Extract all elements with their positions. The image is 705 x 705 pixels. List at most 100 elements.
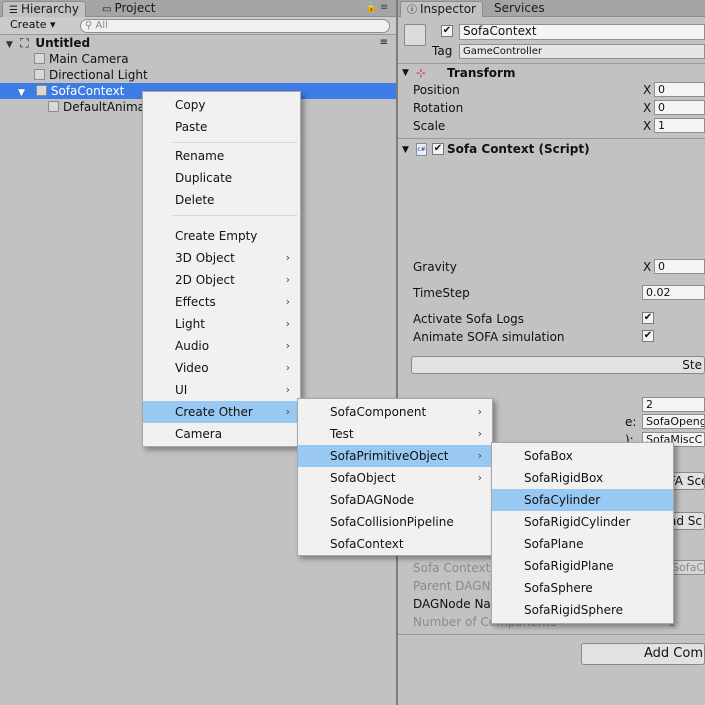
hierarchy-item-directional-light[interactable]: Directional Light [0,67,396,83]
menu-item-label: Light [175,317,205,331]
search-input[interactable]: ⚲ All [80,19,390,33]
tag-dropdown[interactable]: GameController [459,44,705,59]
menu-item-delete[interactable]: Delete [143,189,300,211]
menu-item-sofa-box[interactable]: SofaBox [492,445,673,467]
menu-separator [173,215,297,216]
submenu-arrow-icon: › [285,251,290,264]
scene-row[interactable]: ▼ ⛶ Untitled ≡ [0,35,396,51]
menu-item-ui[interactable]: UI › [143,379,300,401]
menu-item-create-other[interactable]: Create Other › [143,401,300,423]
menu-item-rename[interactable]: Rename [143,145,300,167]
sofa-primitive-submenu: SofaBox SofaRigidBox SofaCylinder SofaRi… [491,442,674,624]
tab-inspector[interactable]: ⓘ Inspector [400,1,483,17]
hierarchy-item-main-camera[interactable]: Main Camera [0,51,396,67]
number-field[interactable]: 2 [642,397,705,412]
menu-item-sofa-cylinder[interactable]: SofaCylinder [492,489,673,511]
project-folder-icon: ▭ [102,4,112,15]
rotation-x-field[interactable]: 0 [654,100,705,115]
animate-sofa-label: Animate SOFA simulation [413,330,565,344]
activate-logs-checkbox[interactable]: ✔ [642,312,654,324]
gameobject-cube-icon [48,101,59,112]
menu-item-sofa-dag-node[interactable]: SofaDAGNode [298,489,492,511]
menu-item-copy[interactable]: Copy [143,94,300,116]
menu-item-camera[interactable]: Camera [143,423,300,445]
gameobject-cube-icon [34,53,45,64]
submenu-arrow-icon: › [285,273,290,286]
foldout-arrow-icon[interactable]: ▼ [402,68,409,78]
tab-services[interactable]: Services [488,1,551,17]
plugin-field-1[interactable]: SofaOpeng [642,414,705,429]
submenu-arrow-icon: › [477,405,482,418]
menu-item-duplicate[interactable]: Duplicate [143,167,300,189]
menu-item-sofa-plane[interactable]: SofaPlane [492,533,673,555]
menu-item-label: SofaPrimitiveObject [330,449,449,463]
position-label: Position [413,83,460,97]
search-icon: ⚲ [85,20,93,31]
menu-item-paste[interactable]: Paste [143,116,300,138]
menu-item-sofa-sphere[interactable]: SofaSphere [492,577,673,599]
menu-item-test[interactable]: Test › [298,423,492,445]
script-icon: c# [416,143,427,156]
menu-item-sofa-primitive-object[interactable]: SofaPrimitiveObject › [298,445,492,467]
submenu-arrow-icon: › [285,339,290,352]
object-name-field[interactable]: SofaContext [459,24,705,40]
hierarchy-tabbar: ☰ Hierarchy ▭ Project 🔒 ≡ [0,0,396,17]
menu-item-sofa-rigid-box[interactable]: SofaRigidBox [492,467,673,489]
panel-menu-icon[interactable]: ≡ [380,2,388,13]
scale-label: Scale [413,119,446,133]
menu-item-sofa-rigid-cylinder[interactable]: SofaRigidCylinder [492,511,673,533]
menu-item-sofa-collision-pipeline[interactable]: SofaCollisionPipeline [298,511,492,533]
menu-item-video[interactable]: Video › [143,357,300,379]
menu-item-sofa-context[interactable]: SofaContext [298,533,492,555]
tab-hierarchy[interactable]: ☰ Hierarchy [2,1,86,17]
position-x-field[interactable]: 0 [654,82,705,97]
script-title: Sofa Context (Script) [447,142,590,156]
active-checkbox[interactable]: ✔ [441,25,453,37]
menu-item-light[interactable]: Light › [143,313,300,335]
menu-item-label: Test [330,427,354,441]
menu-item-label: SofaComponent [330,405,427,419]
hierarchy-item-label: Main Camera [49,52,129,66]
transform-axis-icon: ⊹ [416,66,427,80]
menu-item-label: Camera [175,427,223,441]
sofa-context-label: Sofa Context [413,561,491,575]
gameobject-cube-icon [404,24,426,46]
submenu-arrow-icon: › [477,449,482,462]
submenu-arrow-icon: › [285,295,290,308]
dagnode-name-label: DAGNode Nar [413,597,496,611]
menu-separator [173,142,297,143]
add-component-button[interactable]: Add Comp [581,643,705,665]
transform-title: Transform [447,66,516,80]
menu-item-effects[interactable]: Effects › [143,291,300,313]
tab-services-label: Services [494,1,545,15]
inspector-tab-icon: ⓘ [407,5,417,16]
submenu-arrow-icon: › [285,405,290,418]
gravity-x-field[interactable]: 0 [654,259,705,274]
search-placeholder: All [95,20,108,31]
menu-item-sofa-rigid-sphere[interactable]: SofaRigidSphere [492,599,673,621]
menu-item-3d-object[interactable]: 3D Object › [143,247,300,269]
tab-hierarchy-label: Hierarchy [20,2,79,16]
create-dropdown-button[interactable]: Create ▾ [6,18,60,33]
script-enabled-checkbox[interactable]: ✔ [432,143,444,155]
menu-item-sofa-component[interactable]: SofaComponent › [298,401,492,423]
menu-item-label: SofaDAGNode [330,493,415,507]
gameobject-cube-icon [35,85,47,96]
divider [398,63,705,64]
panel-menu-icon[interactable]: ≡ [380,35,388,51]
timestep-field[interactable]: 0.02 [642,285,705,300]
inspector-tabbar: ⓘ Inspector Services [398,0,705,17]
scale-x-field[interactable]: 1 [654,118,705,133]
menu-item-sofa-rigid-plane[interactable]: SofaRigidPlane [492,555,673,577]
menu-item-create-empty[interactable]: Create Empty [143,225,300,247]
rotation-label: Rotation [413,101,464,115]
lock-icon[interactable]: 🔒 [365,2,377,13]
menu-item-audio[interactable]: Audio › [143,335,300,357]
submenu-arrow-icon: › [285,317,290,330]
menu-item-2d-object[interactable]: 2D Object › [143,269,300,291]
foldout-arrow-icon[interactable]: ▼ [402,145,409,155]
animate-sofa-checkbox[interactable]: ✔ [642,330,654,342]
step-button[interactable]: Ste [411,356,705,374]
menu-item-sofa-object[interactable]: SofaObject › [298,467,492,489]
tab-project[interactable]: ▭ Project [96,1,162,17]
